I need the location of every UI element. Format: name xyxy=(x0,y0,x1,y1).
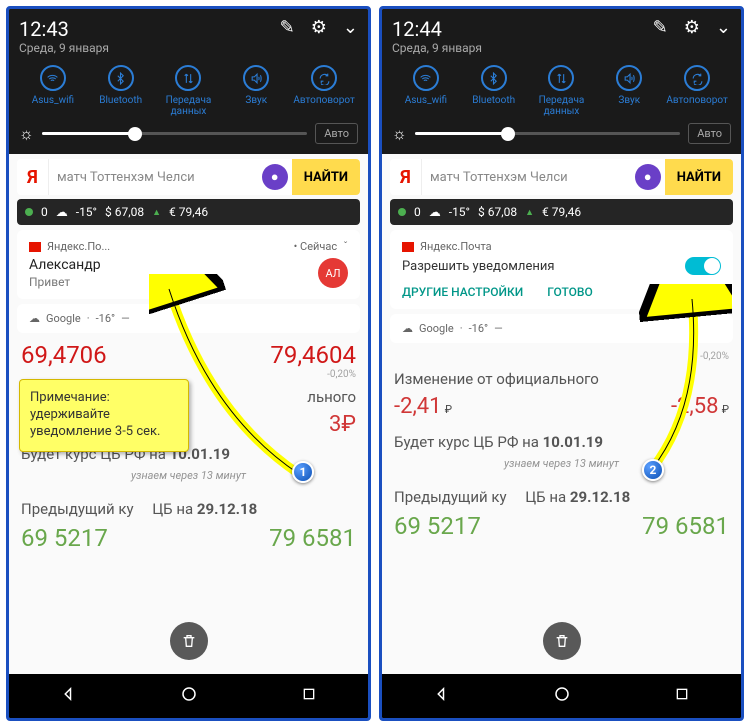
brightness-icon: ☼ xyxy=(392,124,407,144)
notification-body: Привет xyxy=(29,275,348,289)
allow-notifications-toggle[interactable] xyxy=(685,257,721,275)
qs-rotate[interactable]: Автоповорот xyxy=(663,65,731,117)
qs-bluetooth[interactable]: Bluetooth xyxy=(87,65,155,117)
annotation-callout: Примечание: удерживайте уведомление 3-5 … xyxy=(19,379,189,452)
gear-icon[interactable]: ⚙ xyxy=(684,17,700,38)
qs-data[interactable]: Передача данных xyxy=(155,65,223,117)
quick-settings: Asus_wifi Bluetooth Передача данных Звук… xyxy=(392,65,731,117)
cloud-icon: ☁ xyxy=(429,205,441,219)
cloud-icon: ☁ xyxy=(56,205,68,219)
qs-bluetooth[interactable]: Bluetooth xyxy=(460,65,528,117)
more-settings-button[interactable]: ДРУГИЕ НАСТРОЙКИ xyxy=(402,285,523,299)
edit-icon[interactable]: ✎ xyxy=(653,17,668,38)
nav-bar xyxy=(9,674,368,718)
mic-icon[interactable]: ● xyxy=(262,164,288,190)
home-button[interactable] xyxy=(180,685,198,707)
done-button[interactable]: ГОТОВО xyxy=(547,285,593,299)
clock: 12:44 xyxy=(392,17,482,41)
qs-rotate[interactable]: Автоповорот xyxy=(290,65,358,117)
phone-right: 12:44 Среда, 9 января ✎ ⚙ ⌄ Asus_wifi Bl… xyxy=(379,6,744,721)
wifi-icon xyxy=(413,65,439,91)
sound-icon xyxy=(616,65,642,91)
qs-wifi[interactable]: Asus_wifi xyxy=(19,65,87,117)
clock: 12:43 xyxy=(19,17,109,41)
qs-data[interactable]: Передача данных xyxy=(528,65,596,117)
bluetooth-icon xyxy=(108,65,134,91)
auto-brightness-button[interactable]: Авто xyxy=(688,123,731,144)
cloud-icon: ☁ xyxy=(402,322,413,335)
date: Среда, 9 января xyxy=(19,41,109,55)
search-input[interactable]: матч Тоттенхэм Челси xyxy=(422,170,635,185)
brightness-slider[interactable]: ☼ Авто xyxy=(19,123,358,144)
auto-brightness-button[interactable]: Авто xyxy=(315,123,358,144)
bluetooth-icon xyxy=(481,65,507,91)
brightness-icon: ☼ xyxy=(19,124,34,144)
annotation-badge-2: 2 xyxy=(642,459,664,481)
clear-all-button[interactable] xyxy=(170,622,208,660)
status-dot xyxy=(398,208,406,216)
yandex-logo: Я xyxy=(390,159,422,195)
nav-bar xyxy=(382,674,741,718)
qs-wifi[interactable]: Asus_wifi xyxy=(392,65,460,117)
recents-button[interactable] xyxy=(301,686,317,706)
rotate-icon xyxy=(684,65,710,91)
qs-sound[interactable]: Звук xyxy=(222,65,290,117)
find-button[interactable]: НАЙТИ xyxy=(292,159,360,195)
recents-button[interactable] xyxy=(674,686,690,706)
back-button[interactable] xyxy=(60,685,78,707)
notification-google[interactable]: ☁ Google ·-16° — xyxy=(17,304,360,333)
chevron-down-icon[interactable]: ⌄ xyxy=(343,17,358,38)
weather-bar[interactable]: 0 ☁-15° $ 67,08▲ € 79,46 xyxy=(390,199,733,225)
brightness-slider[interactable]: ☼ Авто xyxy=(392,123,731,144)
edit-icon[interactable]: ✎ xyxy=(280,17,295,38)
notification-settings-panel[interactable]: Яндекс.Почта Разрешить уведомления ДРУГИ… xyxy=(390,230,733,309)
mic-icon[interactable]: ● xyxy=(635,164,661,190)
yandex-search-widget[interactable]: Я матч Тоттенхэм Челси ● НАЙТИ xyxy=(390,159,733,195)
home-button[interactable] xyxy=(553,685,571,707)
wifi-icon xyxy=(40,65,66,91)
notification-title: Александр xyxy=(29,257,348,273)
notification-shade: 12:44 Среда, 9 января ✎ ⚙ ⌄ Asus_wifi Bl… xyxy=(382,9,741,154)
notification-yandex-mail[interactable]: Яндекс.По... • Сейчас ˇ Александр Привет… xyxy=(17,230,360,299)
annotation-badge-1: 1 xyxy=(292,461,314,483)
mail-icon xyxy=(402,242,414,252)
avatar: АЛ xyxy=(318,258,348,288)
weather-bar[interactable]: 0 ☁-15° $ 67,08▲ € 79,46 xyxy=(17,199,360,225)
rotate-icon xyxy=(311,65,337,91)
sound-icon xyxy=(243,65,269,91)
date: Среда, 9 января xyxy=(392,41,482,55)
background-app: -0,20% Изменение от официального -2,41 ₽… xyxy=(382,343,741,548)
data-icon xyxy=(175,65,201,91)
quick-settings: Asus_wifi Bluetooth Передача данных Звук… xyxy=(19,65,358,117)
find-button[interactable]: НАЙТИ xyxy=(665,159,733,195)
data-icon xyxy=(548,65,574,91)
clear-all-button[interactable] xyxy=(543,622,581,660)
yandex-logo: Я xyxy=(17,159,49,195)
mail-icon xyxy=(29,242,41,252)
chevron-down-icon[interactable]: ˇ xyxy=(343,240,348,253)
back-button[interactable] xyxy=(433,685,451,707)
qs-sound[interactable]: Звук xyxy=(595,65,663,117)
notification-google[interactable]: ☁ Google ·-16° — xyxy=(390,314,733,343)
search-input[interactable]: матч Тоттенхэм Челси xyxy=(49,170,262,185)
allow-notifications-label: Разрешить уведомления xyxy=(402,259,554,274)
yandex-search-widget[interactable]: Я матч Тоттенхэм Челси ● НАЙТИ xyxy=(17,159,360,195)
gear-icon[interactable]: ⚙ xyxy=(311,17,327,38)
chevron-down-icon[interactable]: ⌄ xyxy=(716,17,731,38)
cloud-icon: ☁ xyxy=(29,312,40,325)
phone-left: 12:43 Среда, 9 января ✎ ⚙ ⌄ Asus_wifi Bl… xyxy=(6,6,371,721)
notification-shade: 12:43 Среда, 9 января ✎ ⚙ ⌄ Asus_wifi Bl… xyxy=(9,9,368,154)
status-dot xyxy=(25,208,33,216)
